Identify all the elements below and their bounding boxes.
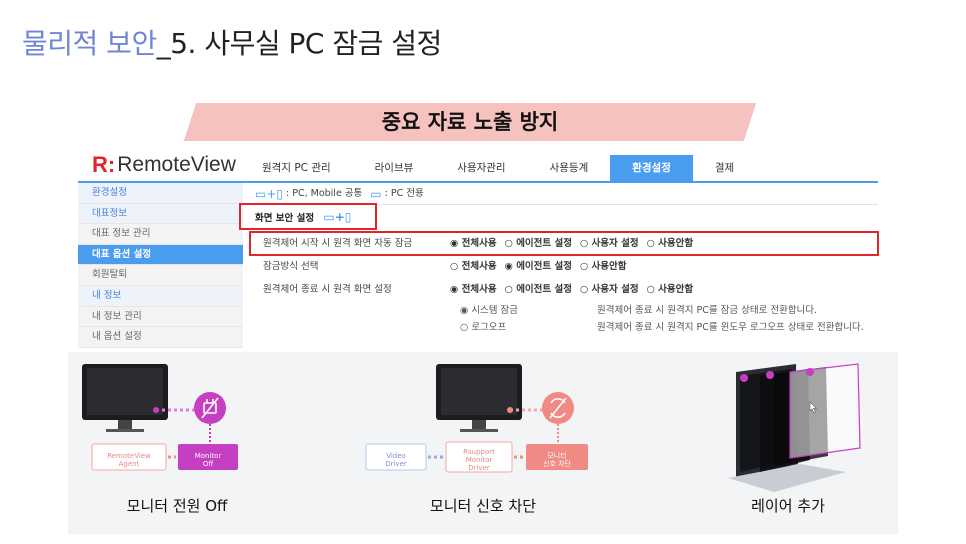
radio-label: 사용자 설정 xyxy=(591,284,639,295)
top-nav: 원격지 PC 관리 라이브뷰 사용자관리 사용등계 환경설정 결제 xyxy=(240,155,756,181)
sidebar-item-0[interactable]: 환경설정 xyxy=(78,183,243,204)
sub-option-description: 원격제어 종료 시 원격지 PC를 윈도우 로그오프 상태로 전환합니다. xyxy=(597,322,864,333)
sidebar-item-5[interactable]: 내 정보 xyxy=(78,285,243,307)
monitor-off-tag: Monitor Off xyxy=(194,452,222,468)
sidebar: 환경설정 대표정보 대표 정보 관리 대표 옵션 설정 회원탈퇴 내 정보 내 정보 관리 내… xyxy=(78,183,243,348)
radio-unchecked-icon: ○ xyxy=(646,284,659,295)
nav-tab-0[interactable]: 원격지 PC 관리 xyxy=(240,155,353,181)
video-driver-tag: Video Driver xyxy=(385,452,407,468)
illustration-panel: RemoteView Agent Monitor Off Video Driver R… xyxy=(68,352,898,534)
brand-name: RemoteView xyxy=(117,153,236,176)
radio-unchecked-icon: ○ xyxy=(460,322,472,333)
rsupport-monitor-driver-tag: Rsupport Monitor Driver xyxy=(463,448,495,472)
slide-title: 물리적 보안_5. 사무실 PC 잠금 설정 xyxy=(22,22,442,62)
sub-radio-label: 시스템 잠금 xyxy=(471,305,519,316)
sidebar-item-3[interactable]: 대표 옵션 설정 xyxy=(78,244,243,266)
radio-label: 전체사용 xyxy=(461,284,497,295)
sub-option-description: 원격제어 종료 시 원격지 PC를 잠금 상태로 전환합니다. xyxy=(597,305,818,316)
radio-label: 사용안함 xyxy=(658,284,694,295)
settings-content: ▭+▯ : PC, Mobile 공통 ▭ : PC 전용 화면 보안 설정 ▭… xyxy=(239,183,879,348)
highlight-box-auto-lock xyxy=(249,231,879,256)
radio-option[interactable]: ○ 사용자 설정 xyxy=(580,279,639,301)
device-legend-pc: : PC 전용 xyxy=(384,187,424,199)
remoteview-logo-icon: R: xyxy=(92,152,116,177)
sidebar-item-2[interactable]: 대표 정보 관리 xyxy=(78,224,243,245)
radio-label: 사용안함 xyxy=(591,261,627,272)
radio-option[interactable]: ○ 전체사용 xyxy=(450,256,497,278)
transparent-layer xyxy=(789,363,861,459)
remoteview-agent-tag: RemoteView Agent xyxy=(107,452,151,468)
radio-label: 에이전트 설정 xyxy=(516,284,572,295)
radio-group: ○ 전체사용 ◉ 에이전트 설정 ○ 사용안함 xyxy=(450,256,635,278)
sidebar-item-6[interactable]: 내 정보 관리 xyxy=(78,307,243,328)
layer-overlay-illustration xyxy=(728,363,861,492)
radio-option[interactable]: ◉ 에이전트 설정 xyxy=(505,256,572,278)
sub-option-row-0: ◉ 시스템 잠금 원격제어 종료 시 원격지 PC를 잠금 상태로 전환합니다. xyxy=(245,303,878,319)
brand-logo[interactable]: R: RemoteView xyxy=(92,150,236,180)
device-legend: ▭+▯ : PC, Mobile 공통 ▭ : PC 전용 xyxy=(245,183,878,205)
option-row-1: 잠금방식 선택 ○ 전체사용 ◉ 에이전트 설정 ○ 사용안함 xyxy=(245,256,878,278)
nav-tab-2[interactable]: 사용자관리 xyxy=(435,155,527,181)
radio-group: ◉ 전체사용 ○ 에이전트 설정 ○ 사용자 설정 ○ 사용안함 xyxy=(450,279,701,301)
option-row-2: 원격제어 종료 시 원격 화면 설정 ◉ 전체사용 ○ 에이전트 설정 ○ 사용자 설… xyxy=(245,279,878,301)
option-label: 원격제어 종료 시 원격 화면 설정 xyxy=(263,284,392,295)
highlight-box-section xyxy=(239,203,377,230)
nav-tab-3[interactable]: 사용등계 xyxy=(528,155,611,181)
caption-layer-add: 레이어 추가 xyxy=(751,497,825,515)
signal-block-tag: 모니터 신호 차단 xyxy=(543,452,571,468)
radio-label: 에이전트 설정 xyxy=(516,261,572,272)
radio-option[interactable]: ○ 에이전트 설정 xyxy=(505,279,572,301)
pc-icon: ▭ xyxy=(370,186,382,201)
sub-radio-label: 로그오프 xyxy=(471,322,507,333)
caption-monitor-signal-block: 모니터 신호 차단 xyxy=(429,497,537,515)
sidebar-item-1[interactable]: 대표정보 xyxy=(78,203,243,225)
slide-title-rest: _5. 사무실 PC 잠금 설정 xyxy=(156,27,443,60)
device-legend-both: : PC, Mobile 공통 xyxy=(286,187,363,199)
radio-checked-icon: ◉ xyxy=(460,305,472,316)
radio-checked-icon: ◉ xyxy=(450,284,462,295)
nav-tab-1[interactable]: 라이브뷰 xyxy=(353,155,436,181)
radio-label: 전체사용 xyxy=(461,261,497,272)
sub-radio-option[interactable]: ○ 로그오프 xyxy=(460,320,506,336)
nav-tab-4[interactable]: 환경설정 xyxy=(610,155,693,181)
radio-unchecked-icon: ○ xyxy=(504,284,517,295)
sub-option-row-1: ○ 로그오프 원격제어 종료 시 원격지 PC를 윈도우 로그오프 상태로 전환합… xyxy=(245,320,878,336)
radio-unchecked-icon: ○ xyxy=(579,261,592,272)
slide-title-accent: 물리적 보안 xyxy=(22,27,157,60)
radio-unchecked-icon: ○ xyxy=(579,284,592,295)
radio-option[interactable]: ○ 사용안함 xyxy=(647,279,694,301)
sidebar-item-4[interactable]: 회원탈퇴 xyxy=(78,265,243,286)
pc-mobile-icon: ▭+▯ xyxy=(255,186,283,201)
sub-radio-option[interactable]: ◉ 시스템 잠금 xyxy=(460,303,518,319)
caption-monitor-power-off: 모니터 전원 Off xyxy=(126,497,228,515)
radio-option[interactable]: ○ 사용안함 xyxy=(580,256,627,278)
radio-checked-icon: ◉ xyxy=(504,261,517,272)
radio-unchecked-icon: ○ xyxy=(450,261,462,272)
banner-title: 중요 자료 노출 방지 xyxy=(381,110,559,134)
option-label: 잠금방식 선택 xyxy=(263,261,319,272)
sidebar-item-7[interactable]: 내 옵션 설정 xyxy=(78,327,243,348)
nav-tab-5[interactable]: 결제 xyxy=(693,155,756,181)
radio-option[interactable]: ◉ 전체사용 xyxy=(450,279,497,301)
